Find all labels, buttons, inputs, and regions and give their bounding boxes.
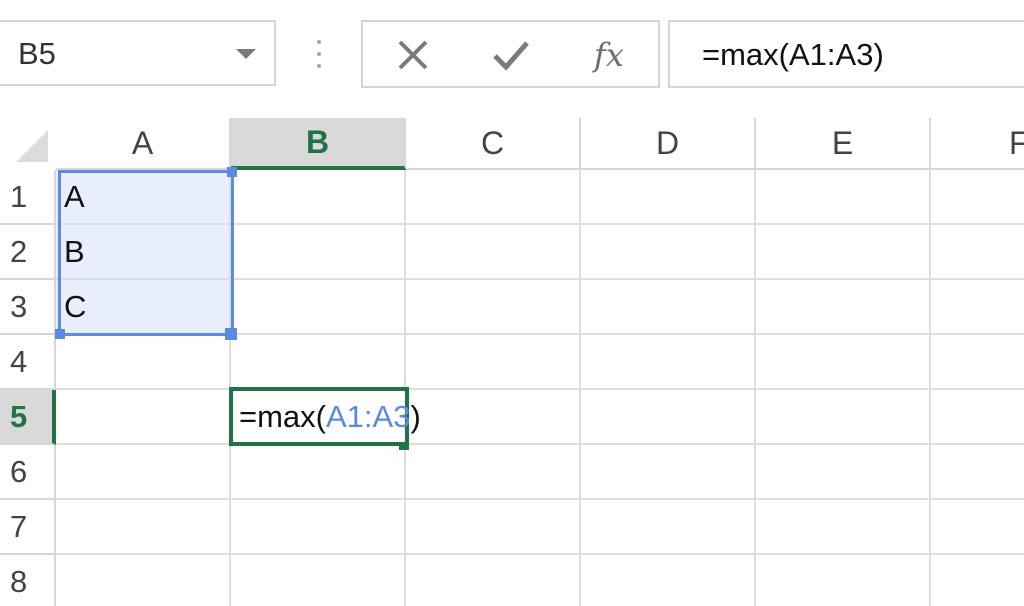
cell-d6[interactable] (581, 445, 756, 500)
name-box[interactable]: B5 (0, 20, 276, 86)
cell-d1[interactable] (581, 170, 756, 225)
column-header-a[interactable]: A (56, 118, 231, 170)
cell-e8[interactable] (756, 555, 931, 606)
cell-f3[interactable] (931, 280, 1024, 335)
column-header-e[interactable]: E (756, 118, 931, 170)
name-box-value[interactable]: B5 (18, 36, 56, 72)
cell-b3[interactable] (231, 280, 406, 335)
cell-a7[interactable] (56, 500, 231, 555)
cell-a3[interactable]: C (56, 280, 231, 335)
cell-a8[interactable] (56, 555, 231, 606)
fill-handle[interactable] (399, 442, 409, 450)
cell-c1[interactable] (406, 170, 581, 225)
row-header-6[interactable]: 6 (0, 445, 56, 500)
cell-a4[interactable] (56, 335, 231, 390)
column-header-f[interactable]: F (931, 118, 1024, 170)
cell-b2[interactable] (231, 225, 406, 280)
reference-range-handle-top-right[interactable] (227, 167, 237, 177)
cell-b4[interactable] (231, 335, 406, 390)
cell-b7[interactable] (231, 500, 406, 555)
reference-range-handle-bottom-left[interactable] (55, 329, 65, 339)
row-header-7[interactable]: 7 (0, 500, 56, 555)
spreadsheet-window: B5 fx =max(A1:A3) A B C D E F 1 2 3 4 5 … (0, 0, 1024, 606)
column-header-d[interactable]: D (581, 118, 756, 170)
cell-c4[interactable] (406, 335, 581, 390)
close-icon[interactable] (385, 32, 441, 78)
select-all-triangle-icon[interactable] (16, 130, 48, 162)
cell-e4[interactable] (756, 335, 931, 390)
row-header-1[interactable]: 1 (0, 170, 56, 225)
edit-formula-reference: A1:A3 (326, 398, 411, 434)
select-all-button[interactable] (0, 118, 56, 170)
cell-c8[interactable] (406, 555, 581, 606)
cell-c6[interactable] (406, 445, 581, 500)
insert-function-icon[interactable]: fx (581, 32, 637, 78)
formula-buttons: fx (361, 20, 660, 88)
cell-e2[interactable] (756, 225, 931, 280)
cell-d5[interactable] (581, 390, 756, 445)
cell-f1[interactable] (931, 170, 1024, 225)
cell-a1[interactable]: A (56, 170, 231, 225)
cell-c7[interactable] (406, 500, 581, 555)
column-header-b[interactable]: B (231, 118, 406, 170)
checkmark-icon[interactable] (483, 32, 539, 78)
formula-bar-resize-grip-icon[interactable] (314, 38, 324, 72)
cell-a5[interactable] (56, 390, 231, 445)
cell-f4[interactable] (931, 335, 1024, 390)
row-header-2[interactable]: 2 (0, 225, 56, 280)
cell-f5[interactable] (931, 390, 1024, 445)
cell-e5[interactable] (756, 390, 931, 445)
formula-input[interactable]: =max(A1:A3) (668, 20, 1024, 88)
cell-d4[interactable] (581, 335, 756, 390)
cell-d8[interactable] (581, 555, 756, 606)
formula-text[interactable]: =max(A1:A3) (702, 37, 884, 73)
cell-d7[interactable] (581, 500, 756, 555)
row-header-4[interactable]: 4 (0, 335, 56, 390)
cell-b6[interactable] (231, 445, 406, 500)
cell-b1[interactable] (231, 170, 406, 225)
row-header-5[interactable]: 5 (0, 390, 56, 445)
edit-formula-suffix: ) (410, 398, 421, 434)
cell-c2[interactable] (406, 225, 581, 280)
chevron-down-icon[interactable] (236, 49, 256, 59)
cell-e7[interactable] (756, 500, 931, 555)
cell-f6[interactable] (931, 445, 1024, 500)
cell-c5[interactable] (406, 390, 581, 445)
edit-formula-prefix: =max( (239, 398, 326, 434)
row-header-3[interactable]: 3 (0, 280, 56, 335)
cell-d2[interactable] (581, 225, 756, 280)
cell-e1[interactable] (756, 170, 931, 225)
active-cell-b5[interactable]: =max(A1:A3) (229, 387, 421, 446)
cell-f2[interactable] (931, 225, 1024, 280)
cell-c3[interactable] (406, 280, 581, 335)
cell-d3[interactable] (581, 280, 756, 335)
formula-bar-row: B5 fx =max(A1:A3) (0, 0, 1024, 118)
cell-b8[interactable] (231, 555, 406, 606)
cell-e6[interactable] (756, 445, 931, 500)
cell-f8[interactable] (931, 555, 1024, 606)
reference-range-handle-bottom-right[interactable] (225, 328, 237, 340)
cell-a6[interactable] (56, 445, 231, 500)
cell-a2[interactable]: B (56, 225, 231, 280)
column-header-c[interactable]: C (406, 118, 581, 170)
worksheet-grid: A B C D E F 1 2 3 4 5 6 7 8 A B C =max(… (0, 118, 1024, 606)
row-header-8[interactable]: 8 (0, 555, 56, 606)
cell-f7[interactable] (931, 500, 1024, 555)
cell-e3[interactable] (756, 280, 931, 335)
